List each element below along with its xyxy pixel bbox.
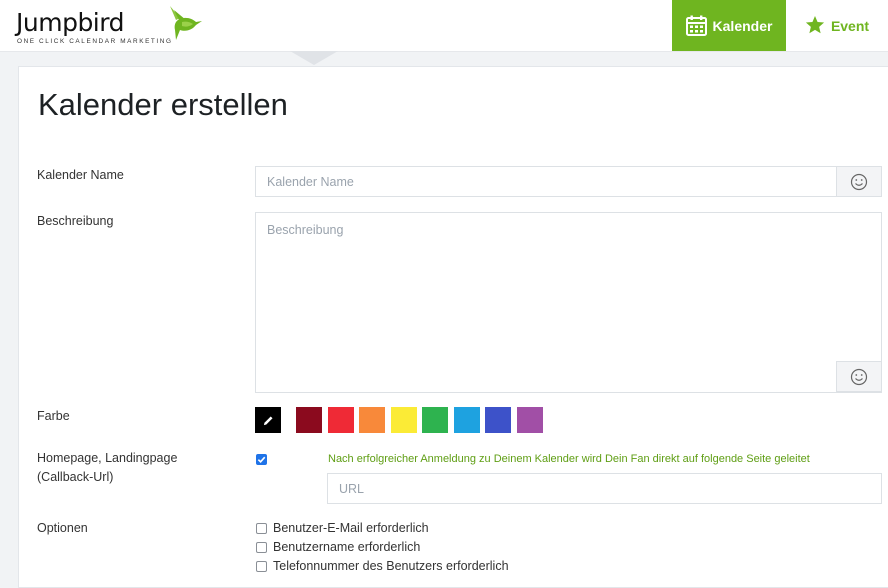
description-placeholder: Beschreibung: [267, 223, 344, 237]
option-phone-required-label: Telefonnummer des Benutzers erforderlich: [273, 559, 509, 573]
color-swatch-orange[interactable]: [359, 407, 385, 433]
color-swatch-blue[interactable]: [485, 407, 511, 433]
star-icon: [805, 16, 825, 34]
option-username-required-label: Benutzername erforderlich: [273, 540, 421, 554]
color-swatch-green[interactable]: [422, 407, 448, 433]
description-label: Beschreibung: [37, 214, 114, 228]
calendar-name-label: Kalender Name: [37, 168, 124, 182]
color-swatch-light-blue[interactable]: [454, 407, 480, 433]
callback-url-checkbox[interactable]: [256, 454, 267, 465]
nav-kalender-label: Kalender: [712, 17, 773, 34]
jumpbird-logo[interactable]: Jumpbird ONE CLICK CALENDAR MARKETING: [16, 6, 206, 48]
top-navbar: Jumpbird ONE CLICK CALENDAR MARKETING Ka…: [0, 0, 888, 52]
option-username-required-checkbox[interactable]: [256, 542, 267, 553]
checkmark-icon: [257, 456, 266, 464]
create-calendar-card: Kalender erstellen Kalender Name Kalende…: [18, 66, 888, 588]
option-email-required-checkbox[interactable]: [256, 523, 267, 534]
header-decoration: [290, 51, 338, 65]
color-swatch-dark-red[interactable]: [296, 407, 322, 433]
callback-url-hint: Nach erfolgreicher Anmeldung zu Deinem K…: [328, 453, 810, 465]
callback-url-input[interactable]: URL: [327, 473, 882, 504]
page-title: Kalender erstellen: [38, 87, 288, 122]
nav-tab-event[interactable]: Event: [786, 0, 888, 51]
color-swatch-purple[interactable]: [517, 407, 543, 433]
calendar-name-emoji-button[interactable]: [836, 166, 882, 197]
nav-tab-kalender[interactable]: Kalender: [672, 0, 786, 51]
nav-event-label: Event: [830, 17, 870, 34]
color-swatch-yellow[interactable]: [391, 407, 417, 433]
options-label: Optionen: [37, 521, 88, 535]
calendar-name-input[interactable]: Kalender Name: [255, 166, 837, 197]
callback-url-label: Homepage, Landingpage (Callback-Url): [37, 449, 177, 487]
callback-url-label-line2: (Callback-Url): [37, 470, 114, 484]
smiley-icon: [850, 368, 868, 385]
hummingbird-icon: [170, 6, 202, 40]
calendar-name-placeholder: Kalender Name: [267, 174, 354, 189]
smiley-icon: [850, 173, 868, 190]
pencil-icon: [263, 415, 273, 425]
logo-tagline: ONE CLICK CALENDAR MARKETING: [17, 38, 173, 45]
color-label: Farbe: [37, 409, 70, 423]
color-swatch-red[interactable]: [328, 407, 354, 433]
callback-url-placeholder: URL: [339, 481, 365, 496]
callback-url-label-line1: Homepage, Landingpage: [37, 451, 178, 465]
description-emoji-button[interactable]: [836, 361, 882, 392]
logo-wordmark: Jumpbird: [16, 8, 124, 37]
calendar-icon: [685, 15, 707, 36]
option-phone-required-checkbox[interactable]: [256, 561, 267, 572]
description-textarea[interactable]: Beschreibung: [255, 212, 882, 393]
color-swatch-black[interactable]: [255, 407, 281, 433]
option-email-required-label: Benutzer-E-Mail erforderlich: [273, 521, 429, 535]
